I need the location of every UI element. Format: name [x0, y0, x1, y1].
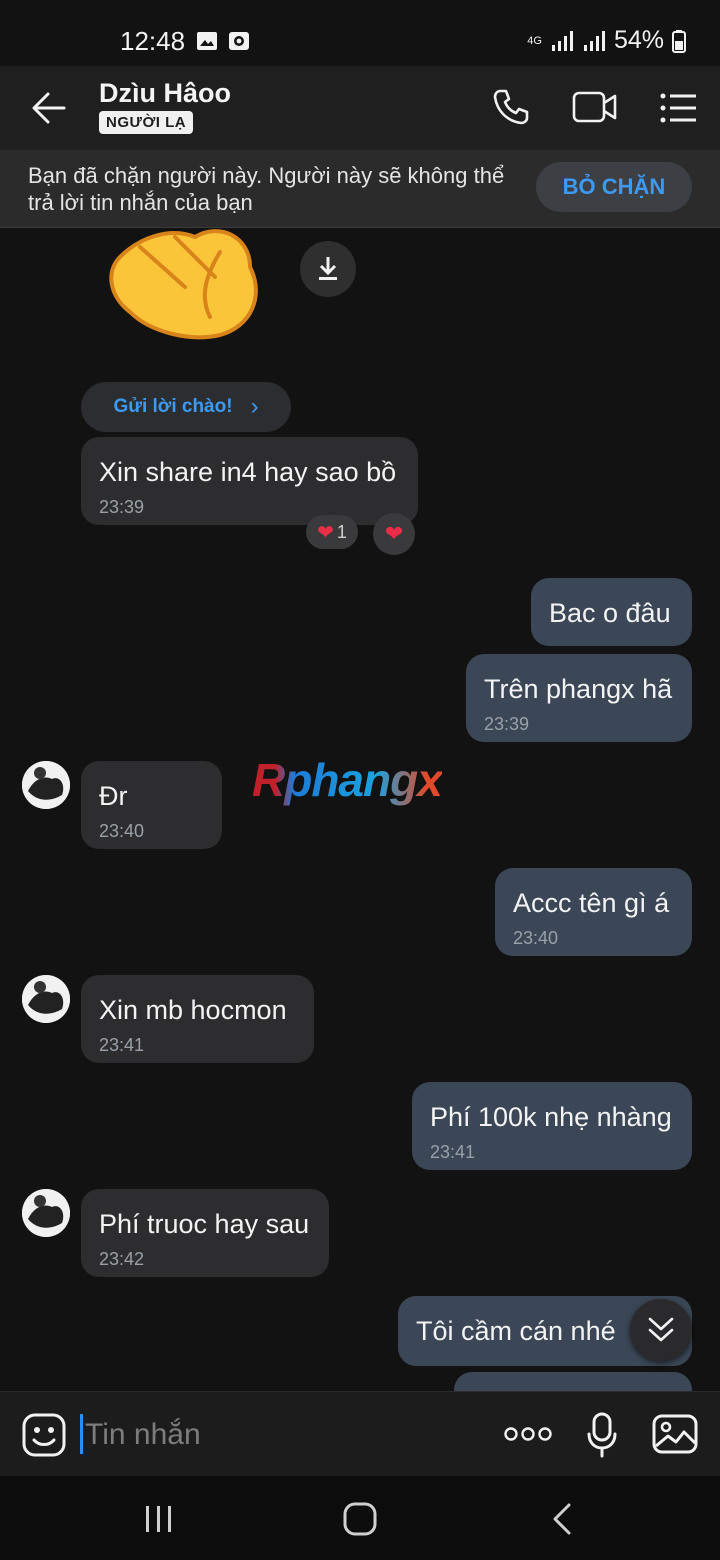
- message-bubble-outgoing[interactable]: Trên phangx hã 23:39: [466, 654, 692, 742]
- menu-list-icon[interactable]: [660, 92, 698, 124]
- message-time: 23:39: [99, 497, 145, 517]
- message-bubble-outgoing[interactable]: Accc tên gì á 23:40: [495, 868, 692, 956]
- more-options-icon[interactable]: [504, 1426, 552, 1442]
- message-list: Gửi lời chào! › Xin share in4 hay sao bồ…: [0, 227, 720, 1391]
- message-text: Trên phangx hã: [484, 674, 673, 704]
- message-time: 23:40: [99, 821, 145, 841]
- waving-hand-sticker: [109, 229, 258, 340]
- message-time: 23:41: [99, 1035, 145, 1055]
- message-bubble-outgoing-partial[interactable]: [454, 1372, 692, 1391]
- contact-avatar[interactable]: [22, 761, 70, 809]
- message-bubble-incoming[interactable]: Xin mb hocmon 23:41: [81, 975, 314, 1063]
- network-type: 4G: [527, 34, 542, 47]
- gallery-notification-icon: [197, 32, 217, 50]
- message-text: Bac o đâu: [549, 598, 671, 628]
- battery-percent: 54%: [613, 26, 664, 54]
- chevron-right-icon: ›: [250, 393, 259, 420]
- unblock-button[interactable]: BỎ CHẶN: [536, 162, 692, 212]
- send-greeting-label: Gửi lời chào!: [113, 396, 233, 417]
- message-text: Xin share in4 hay sao bồ: [99, 457, 397, 487]
- home-icon[interactable]: [343, 1502, 377, 1536]
- contact-avatar[interactable]: [22, 975, 70, 1023]
- message-bubble-incoming[interactable]: Phí truoc hay sau 23:42: [81, 1189, 329, 1277]
- stranger-badge: NGƯỜI LẠ: [99, 111, 194, 134]
- chat-header: Dzìu Hâoo NGƯỜI LẠ: [0, 66, 720, 150]
- recent-apps-icon[interactable]: [144, 1504, 174, 1534]
- send-greeting-chip[interactable]: Gửi lời chào! ›: [81, 382, 291, 432]
- microphone-icon[interactable]: [586, 1412, 618, 1458]
- message-composer: Tin nhắn: [0, 1391, 720, 1476]
- message-text: Accc tên gì á: [513, 888, 670, 918]
- battery-icon: [672, 29, 686, 53]
- message-text: Tôi cầm cán nhé: [416, 1316, 616, 1346]
- message-text: Phí truoc hay sau: [99, 1209, 310, 1239]
- blocked-notice-text: Bạn đã chặn người này. Người này sẽ khôn…: [28, 163, 505, 215]
- message-bubble-outgoing[interactable]: Phí 100k nhẹ nhàng 23:41: [412, 1082, 692, 1170]
- back-arrow-icon[interactable]: [30, 90, 68, 126]
- react-heart-button[interactable]: ❤: [373, 513, 415, 555]
- avatar-image: [22, 975, 70, 1023]
- message-bubble-incoming[interactable]: Đr 23:40: [81, 761, 222, 849]
- contact-avatar[interactable]: [22, 1189, 70, 1237]
- heart-icon: ❤: [317, 521, 334, 544]
- reaction-count: 1: [336, 521, 347, 542]
- blocked-banner: Bạn đã chặn người này. Người này sẽ khôn…: [0, 150, 720, 228]
- status-bar: 12:48 4G 54%: [0, 0, 720, 66]
- message-time: 23:40: [513, 928, 559, 948]
- scroll-to-bottom-button[interactable]: [630, 1299, 692, 1361]
- signal-icon-2: [583, 30, 605, 51]
- message-time: 23:41: [430, 1142, 476, 1162]
- status-time: 12:48: [120, 26, 186, 56]
- gallery-image-icon[interactable]: [652, 1414, 698, 1454]
- message-text: Xin mb hocmon: [99, 995, 287, 1025]
- reaction-summary[interactable]: ❤ 1: [306, 515, 358, 549]
- download-icon: [319, 257, 337, 280]
- message-input[interactable]: Tin nhắn: [85, 1418, 201, 1452]
- double-chevron-down-icon: [648, 1317, 674, 1342]
- message-text: Đr: [99, 781, 128, 811]
- back-nav-icon[interactable]: [550, 1502, 574, 1536]
- signal-icon-1: [551, 30, 573, 51]
- watermark-text: Rphangx: [252, 754, 443, 806]
- avatar-image: [22, 761, 70, 809]
- phone-call-icon[interactable]: [492, 88, 530, 126]
- download-sticker-button[interactable]: [300, 241, 356, 297]
- emoji-sticker-icon[interactable]: [22, 1413, 66, 1457]
- watermark-logo: Rphangx: [252, 753, 443, 807]
- message-time: 23:42: [99, 1249, 145, 1269]
- contact-name[interactable]: Dzìu Hâoo: [99, 78, 231, 109]
- heart-icon: ❤: [384, 521, 404, 546]
- text-caret: [80, 1414, 83, 1454]
- screen-recorder-notification-icon: [229, 32, 249, 50]
- video-call-icon[interactable]: [572, 90, 618, 124]
- message-bubble-incoming[interactable]: Xin share in4 hay sao bồ 23:39: [81, 437, 418, 525]
- message-bubble-outgoing[interactable]: Bac o đâu: [531, 578, 692, 646]
- message-time: 23:39: [484, 714, 530, 734]
- avatar-image: [22, 1189, 70, 1237]
- system-navigation-bar: [0, 1476, 720, 1560]
- message-text: Phí 100k nhẹ nhàng: [430, 1102, 672, 1132]
